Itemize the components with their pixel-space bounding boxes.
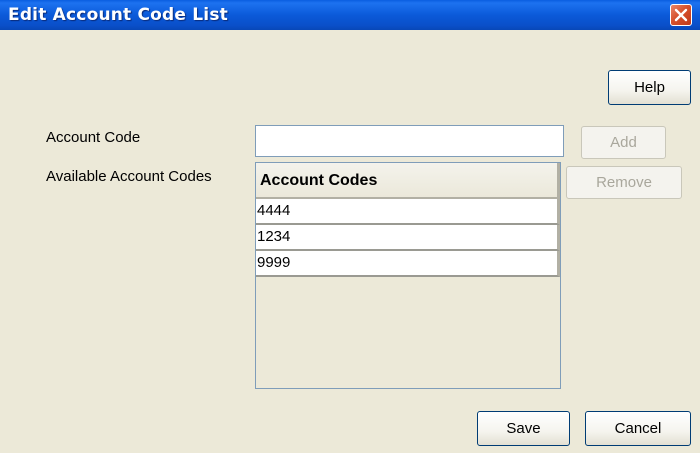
table-row[interactable]: 4444	[256, 199, 560, 225]
table-row[interactable]: 1234	[256, 225, 560, 251]
available-account-codes-label: Available Account Codes	[46, 168, 212, 185]
window-title: Edit Account Code List	[8, 5, 228, 25]
edit-account-code-dialog: Edit Account Code List Help Account Code…	[0, 0, 700, 453]
table-row[interactable]: 9999	[256, 251, 560, 277]
account-code-label: Account Code	[46, 129, 141, 146]
account-codes-column-header[interactable]: Account Codes	[256, 163, 560, 199]
add-button[interactable]: Add	[581, 126, 666, 159]
remove-button[interactable]: Remove	[566, 166, 682, 199]
close-icon	[674, 8, 688, 22]
close-button[interactable]	[670, 4, 692, 26]
help-button[interactable]: Help	[608, 70, 691, 105]
save-button[interactable]: Save	[477, 411, 570, 446]
title-bar[interactable]: Edit Account Code List	[0, 0, 700, 30]
account-code-input[interactable]	[255, 125, 564, 157]
account-codes-table[interactable]: Account Codes 4444 1234 9999	[255, 162, 561, 389]
cancel-button[interactable]: Cancel	[585, 411, 691, 446]
